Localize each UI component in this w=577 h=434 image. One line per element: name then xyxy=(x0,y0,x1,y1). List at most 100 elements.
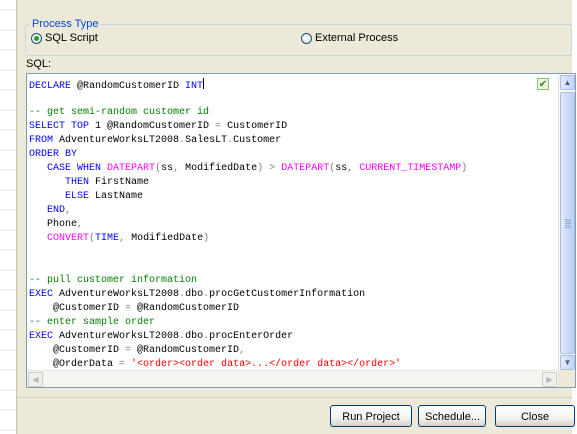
code-token: AdventureWorksLT2008 xyxy=(53,289,180,300)
code-line: -- get semi-random customer id xyxy=(29,106,541,120)
code-line: EXEC AdventureWorksLT2008.dbo.procEnterO… xyxy=(29,330,541,344)
chevron-left-icon[interactable]: ◀ xyxy=(28,372,43,387)
code-token: EXEC xyxy=(29,289,54,300)
external-process-label: External Process xyxy=(315,32,399,44)
code-token: AdventureWorksLT2008 xyxy=(53,135,180,146)
code-token: @CustomerID xyxy=(29,345,126,356)
code-token: INT xyxy=(185,81,204,92)
code-token: , xyxy=(239,345,246,356)
code-line: EXEC AdventureWorksLT2008.dbo.procGetCus… xyxy=(29,288,541,302)
code-line: @CustomerID = @RandomCustomerID, xyxy=(29,344,541,358)
code-line: CASE WHEN DATEPART(ss, ModifiedDate) > D… xyxy=(29,162,541,176)
torn-page-edge xyxy=(0,0,16,434)
external-process-radio[interactable] xyxy=(301,32,312,44)
process-type-title: Process Type xyxy=(30,17,101,31)
run-project-button[interactable]: Run Project xyxy=(330,405,412,427)
code-token: SELECT TOP xyxy=(29,121,90,132)
horizontal-scrollbar[interactable]: ◀ ▶ xyxy=(27,370,558,387)
code-token: @RandomCustomerID xyxy=(71,81,186,92)
chevron-right-icon[interactable]: ▶ xyxy=(542,372,557,387)
code-token: SalesLT xyxy=(185,135,228,146)
chevron-up-icon[interactable]: ▲ xyxy=(560,75,575,90)
external-process-option[interactable]: External Process xyxy=(301,32,398,44)
code-token: DATEPART xyxy=(107,163,156,174)
code-line: DECLARE @RandomCustomerID INT xyxy=(29,78,541,92)
code-token: ss xyxy=(335,163,348,174)
sql-code-area[interactable]: DECLARE @RandomCustomerID INT -- get sem… xyxy=(29,78,541,370)
process-type-group: Process Type SQL Script External Process xyxy=(25,17,572,56)
sql-script-option[interactable]: SQL Script xyxy=(31,32,98,44)
code-token: dbo xyxy=(185,331,204,342)
code-token: TIME xyxy=(95,233,120,244)
code-token: DATEPART xyxy=(281,163,330,174)
code-token: DECLARE xyxy=(29,81,72,92)
code-token: ELSE xyxy=(65,191,90,202)
code-token: AdventureWorksLT2008 xyxy=(53,331,180,342)
chevron-down-icon[interactable]: ▼ xyxy=(560,355,575,370)
code-token: EXEC xyxy=(29,331,54,342)
sql-label: SQL: xyxy=(26,58,52,70)
code-token: LastName xyxy=(89,191,144,202)
code-token: CustomerID xyxy=(221,121,288,132)
close-button[interactable]: Close xyxy=(495,405,575,427)
code-token: Customer xyxy=(233,135,282,146)
code-line: @OrderData = '<order><order data>...</or… xyxy=(29,358,541,370)
code-token: -- enter sample order xyxy=(29,317,156,328)
code-token: dbo xyxy=(185,289,204,300)
text-cursor xyxy=(203,78,205,89)
code-token: @RandomCustomerID xyxy=(131,345,240,356)
code-line: ORDER BY xyxy=(29,148,541,162)
code-line: @CustomerID = @RandomCustomerID xyxy=(29,302,541,316)
footer-separator xyxy=(17,397,572,398)
code-token: procEnterOrder xyxy=(209,331,294,342)
code-token: CASE WHEN xyxy=(47,163,102,174)
sql-editor[interactable]: DECLARE @RandomCustomerID INT -- get sem… xyxy=(26,73,576,388)
code-line: THEN FirstName xyxy=(29,176,541,190)
vertical-scrollbar[interactable]: ▲ ▼ xyxy=(558,74,575,371)
code-token: , xyxy=(65,205,72,216)
code-token: THEN xyxy=(65,177,90,188)
code-line: SELECT TOP 1 @RandomCustomerID = Custome… xyxy=(29,120,541,134)
code-token: procGetCustomerInformation xyxy=(209,289,366,300)
code-token: FirstName xyxy=(89,177,150,188)
code-token: -- get semi-random customer id xyxy=(29,107,210,118)
sql-script-label: SQL Script xyxy=(45,32,98,44)
code-line: -- enter sample order xyxy=(29,316,541,330)
scroll-grip-icon xyxy=(565,219,571,228)
vertical-scroll-thumb[interactable] xyxy=(560,92,575,354)
code-token: END xyxy=(47,205,66,216)
code-token: CURRENT_TIMESTAMP xyxy=(359,163,462,174)
code-line: CONVERT(TIME, ModifiedDate) xyxy=(29,232,541,246)
validation-check-icon: ✔ xyxy=(537,78,549,90)
code-line: FROM AdventureWorksLT2008.SalesLT.Custom… xyxy=(29,134,541,148)
code-token: ) xyxy=(203,233,210,244)
code-token: ss xyxy=(161,163,174,174)
code-line: ELSE LastName xyxy=(29,190,541,204)
code-token: FROM xyxy=(29,135,54,146)
process-dialog: Process Type SQL Script External Process… xyxy=(16,0,576,434)
code-token: CONVERT xyxy=(47,233,90,244)
code-token: ModifiedDate xyxy=(179,163,258,174)
code-token: @CustomerID xyxy=(29,303,126,314)
code-line: -- pull customer information xyxy=(29,274,541,288)
code-token: @OrderData xyxy=(29,359,120,370)
code-token: ORDER BY xyxy=(29,149,78,160)
code-token: ) xyxy=(461,163,468,174)
code-token: Phone xyxy=(29,219,78,230)
code-token: -- pull customer information xyxy=(29,275,198,286)
code-token: 1 @RandomCustomerID xyxy=(89,121,216,132)
code-token: '<order><order data>...</order data></or… xyxy=(131,359,402,370)
code-token: ModifiedDate xyxy=(125,233,204,244)
schedule-button[interactable]: Schedule... xyxy=(418,405,486,427)
code-token: @RandomCustomerID xyxy=(131,303,240,314)
sql-script-radio[interactable] xyxy=(31,32,42,44)
code-line: Phone, xyxy=(29,218,541,232)
